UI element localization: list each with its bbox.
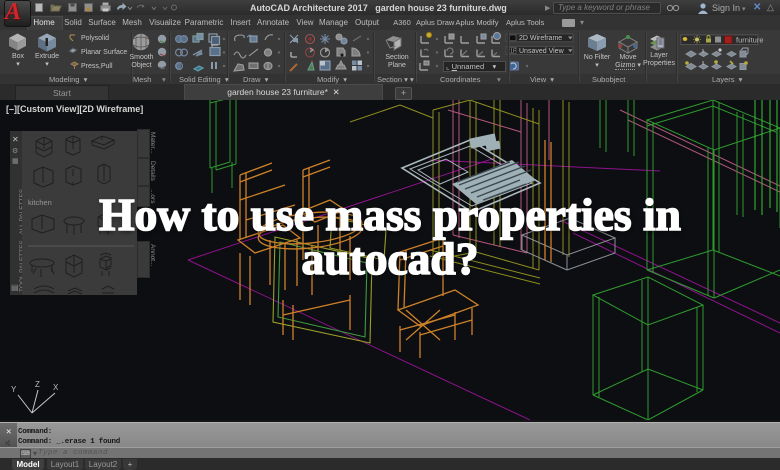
svg-text:X: X — [53, 383, 59, 392]
svg-text:Y: Y — [11, 385, 17, 394]
svg-text:furniture: furniture — [736, 35, 764, 44]
svg-text:1F: 1F — [510, 49, 517, 55]
svg-text:Z: Z — [35, 380, 40, 389]
